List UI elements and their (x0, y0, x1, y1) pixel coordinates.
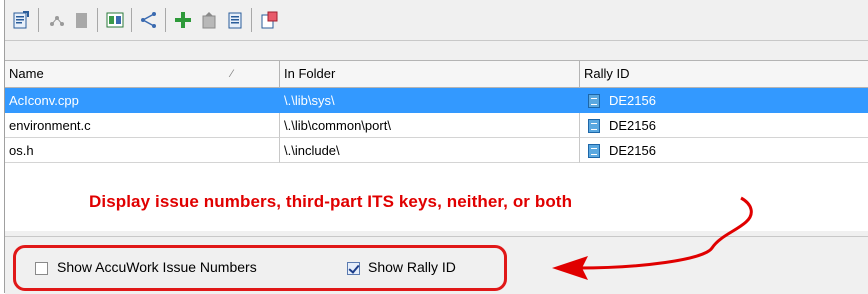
annotation-arrow (552, 196, 753, 280)
